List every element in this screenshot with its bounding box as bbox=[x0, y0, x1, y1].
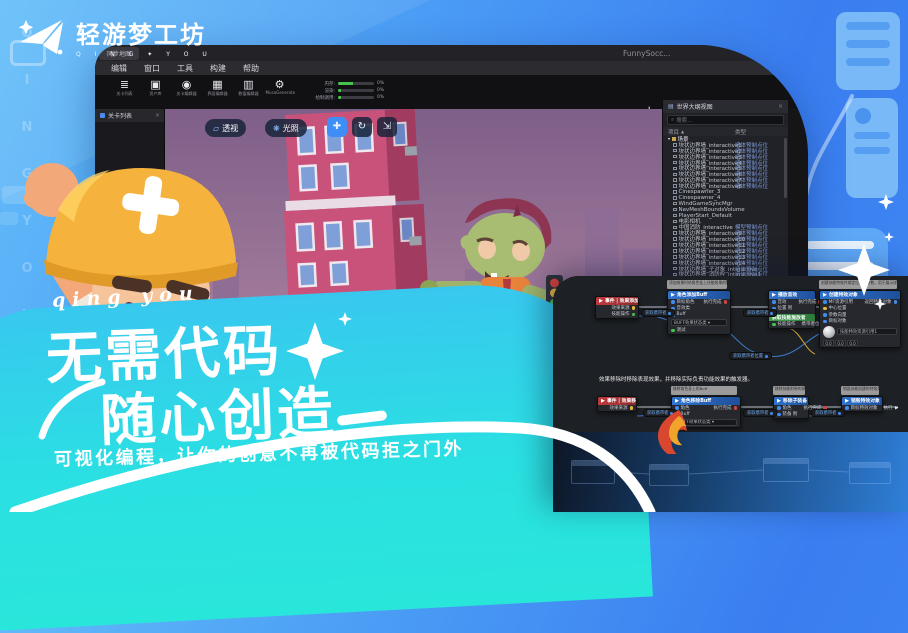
panel-footer-gradient: 零六找游戏 www.lingliuyx.com www.06zyx.com bbox=[553, 432, 908, 512]
menu-item[interactable]: 编辑 bbox=[111, 63, 127, 74]
rotate-tool-button[interactable]: ↻ bbox=[352, 117, 372, 137]
decor-document-card bbox=[836, 12, 900, 90]
folder-icon: ▤ bbox=[668, 103, 674, 110]
menu-item[interactable]: 窗口 bbox=[144, 63, 160, 74]
blueprint-editor-panel[interactable]: 效果移除时移除表现效果，并移除实际负责功能效果的触发器。 事件 | 效果添加时效… bbox=[553, 276, 908, 512]
move-icon: ✚ bbox=[333, 121, 341, 132]
menu-item[interactable]: 工具 bbox=[177, 63, 193, 74]
scale-icon: ⇲ bbox=[383, 121, 391, 132]
blueprint-node[interactable]: 事件 | 效果添加时效果来源技能操作 bbox=[595, 296, 639, 319]
perf-row: 渲染:0% bbox=[305, 87, 384, 94]
brand-logo: 轻游梦工坊 Q I N G ✦ Y O U bbox=[16, 12, 213, 60]
move-tool-button[interactable]: ✚ bbox=[327, 117, 347, 137]
node-comment: 移除角色身上的Buff bbox=[671, 386, 737, 395]
material-preview bbox=[823, 326, 835, 338]
perf-row: 绘制调用:0% bbox=[305, 94, 384, 101]
blueprint-node[interactable]: 移除子装备角色装备 附执行完成 bbox=[773, 396, 809, 419]
node-comment: 移除技能附带的装备 bbox=[773, 386, 805, 395]
wire-label-bubble: 获取携带者 bbox=[743, 409, 777, 417]
paper-plane-icon bbox=[16, 12, 68, 60]
blueprint-node[interactable]: 事件 | 效果移除时效果来源 bbox=[597, 396, 637, 412]
blueprint-node[interactable]: 销毁特效对象目标特效对象执行 bbox=[841, 396, 883, 412]
graph-comment-text: 效果移除时移除表现效果，并移除实际负责功能效果的触发器。 bbox=[599, 375, 753, 383]
generate-icon: ⚙ bbox=[264, 78, 295, 91]
blueprint-node[interactable]: 角色添加Buff目标角色音效类Buff执行完成BUFF效果状态类 ▾测试 bbox=[667, 290, 731, 335]
ghost-wires bbox=[553, 432, 908, 512]
world-outliner-tab[interactable]: ▤ 世界大纲视图 × bbox=[663, 100, 788, 113]
scale-tool-button[interactable]: ⇲ bbox=[377, 117, 397, 137]
menu-item[interactable]: 帮助 bbox=[243, 63, 259, 74]
node-comment: 创建技能特效并绑定位置与参数，用于展示技能效果命中时的表现 bbox=[819, 280, 897, 289]
lit-mode-selector[interactable]: ❋光照 bbox=[265, 119, 307, 137]
scrollbar[interactable] bbox=[784, 138, 787, 198]
outliner-column-headers[interactable]: 项目▲ 类型 bbox=[663, 127, 788, 136]
generate-button[interactable]: ⚙MusaGenerate bbox=[264, 78, 295, 97]
wire-label-bubble: 获取携带者 bbox=[641, 309, 675, 317]
wire-label-bubble: 获取携带者位置 bbox=[729, 352, 772, 360]
outliner-search-input[interactable]: ⌕ 搜索... bbox=[667, 115, 784, 125]
brand-title: 轻游梦工坊 bbox=[76, 15, 213, 50]
node-comment: 添加效果时给角色挂上技能效果的触发器，并同步表现 bbox=[667, 280, 727, 289]
node-graph[interactable]: 效果移除时移除表现效果，并移除实际负责功能效果的触发器。 事件 | 效果添加时效… bbox=[553, 276, 908, 436]
perf-row: 内存:0% bbox=[305, 80, 384, 87]
performance-stats: 内存:0%渲染:0%绘制调用:0% bbox=[305, 78, 384, 101]
wire-label-bubble: 获取携带者 bbox=[811, 409, 845, 417]
node-comment: 销毁技能创建的特效对象 bbox=[841, 386, 879, 395]
brand-subtitle: Q I N G ✦ Y O U bbox=[76, 51, 213, 58]
outliner-tree: ▾场景块状边界墙_interactive1墙体预制点位块状边界墙_interac… bbox=[663, 136, 788, 282]
flame-logo-icon bbox=[653, 408, 689, 454]
wire-label-bubble: 获取携带者 bbox=[743, 309, 777, 317]
editor-menubar: 编辑 窗口 工具 构建 帮助 bbox=[95, 61, 808, 75]
close-icon[interactable]: × bbox=[778, 103, 783, 110]
lit-icon: ❋ bbox=[273, 124, 280, 133]
world-outliner-panel: ▤ 世界大纲视图 × ⌕ 搜索... 项目▲ 类型 ▾场景块状边界墙_inter… bbox=[662, 100, 788, 300]
search-icon: ⌕ bbox=[671, 117, 674, 124]
editor-project-title: FunnySocc... bbox=[623, 49, 670, 58]
rotate-icon: ↻ bbox=[358, 121, 366, 132]
blueprint-node[interactable]: 创建特效对象MF资源引用中心位置参数向量目标对象返回特效对象技能特效资源引用10… bbox=[819, 290, 901, 348]
menu-item[interactable]: 构建 bbox=[210, 63, 226, 74]
promo-page: { "brand":{"title":"轻游梦工坊","subtitle":"Q… bbox=[0, 0, 908, 512]
